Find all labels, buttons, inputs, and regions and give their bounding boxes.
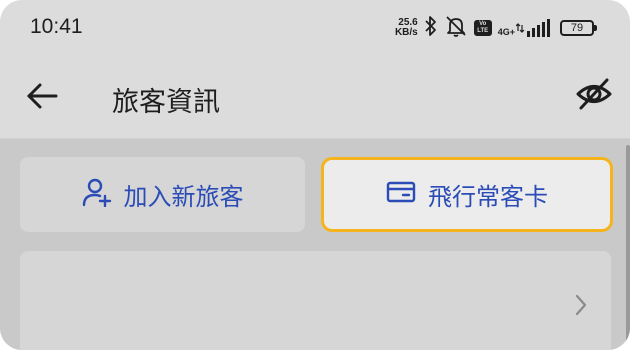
person-add-icon: [82, 177, 112, 213]
app-screen: 10:41 25.6 KB/s Vo LTE 4G+ 79 旅客資訊 加入新旅客…: [0, 0, 630, 350]
hide-info-button[interactable]: [574, 76, 614, 116]
frequent-flyer-button[interactable]: 飛行常客卡: [321, 157, 613, 232]
network-type: 4G+: [497, 27, 515, 37]
volte-top-label: Vo: [479, 21, 487, 27]
bluetooth-icon: [424, 15, 438, 41]
network-speed-unit: KB/s: [394, 27, 418, 38]
status-time: 10:41: [30, 15, 83, 38]
frequent-flyer-label: 飛行常客卡: [428, 183, 548, 211]
status-icons: 25.6 KB/s Vo LTE 4G+ 79: [395, 14, 597, 42]
volte-icon: Vo LTE: [473, 20, 492, 36]
add-traveler-label: 加入新旅客: [123, 183, 244, 211]
battery-level: 79: [570, 22, 584, 34]
card-icon: [386, 180, 416, 210]
status-bar: 10:41 25.6 KB/s Vo LTE 4G+ 79: [0, 0, 630, 56]
add-traveler-button[interactable]: 加入新旅客: [20, 157, 305, 232]
battery-icon: 79: [560, 20, 597, 36]
scrollbar[interactable]: [626, 145, 630, 350]
traveler-list-item[interactable]: [20, 251, 611, 350]
mute-icon: [444, 15, 468, 41]
app-bar: 旅客資訊: [0, 56, 630, 138]
page-title: 旅客資訊: [112, 87, 220, 118]
volte-bottom-label: LTE: [477, 28, 489, 34]
chevron-right-icon: [573, 293, 589, 317]
back-button[interactable]: [22, 78, 62, 118]
network-speed: 25.6 KB/s: [395, 18, 418, 38]
signal-icon: 4G+: [498, 19, 550, 37]
eye-off-icon: [575, 77, 613, 115]
arrow-left-icon: [26, 82, 58, 114]
